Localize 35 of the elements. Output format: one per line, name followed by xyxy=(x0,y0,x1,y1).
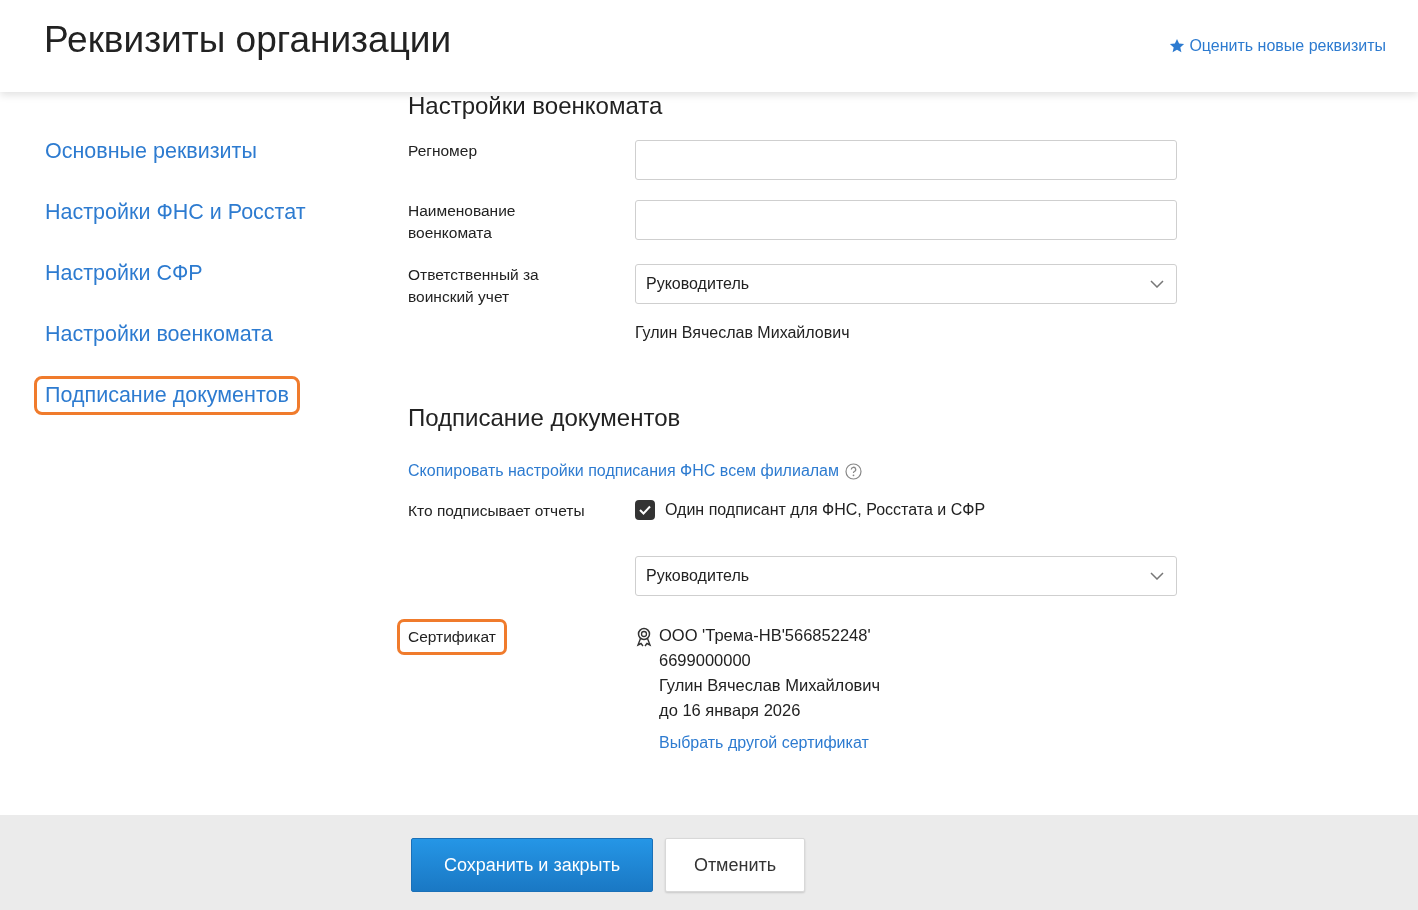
sidebar-link[interactable]: Настройки военкомата xyxy=(34,315,284,354)
sidebar-link[interactable]: Настройки ФНС и Росстат xyxy=(34,193,317,232)
star-icon xyxy=(1169,38,1186,54)
help-icon[interactable] xyxy=(845,462,862,480)
field-label: Сертификат xyxy=(397,619,507,655)
sidebar-link[interactable]: Настройки СФР xyxy=(34,254,214,293)
save-button[interactable]: Сохранить и закрыть xyxy=(411,838,653,892)
check-icon xyxy=(639,505,651,515)
text-input[interactable] xyxy=(635,140,1177,180)
sidebar-link[interactable]: Подписание документов xyxy=(34,376,300,415)
field-label: Кто подписывает отчеты xyxy=(408,501,585,521)
field-label: Ответственный за воинский учет xyxy=(408,265,539,307)
award-icon xyxy=(635,627,653,647)
dropdown[interactable]: Руководитель xyxy=(635,264,1177,304)
copy-settings-link[interactable]: Скопировать настройки подписания ФНС всем филиалам xyxy=(408,462,839,480)
field-label: Наименование военкомата xyxy=(408,201,516,243)
field-label: Регномер xyxy=(408,141,477,161)
sidebar-link[interactable]: Основные реквизиты xyxy=(34,132,268,171)
certificate-info: Гулин Вячеслав Михайлович xyxy=(659,676,881,695)
responsible-name: Гулин Вячеслав Михайлович xyxy=(635,324,851,342)
certificate-info: до 16 января 2026 xyxy=(659,701,802,720)
checkbox-label: Один подписант для ФНС, Росстата и СФР xyxy=(665,501,986,519)
text-input[interactable] xyxy=(635,200,1177,240)
chevron-down-icon xyxy=(1150,280,1164,288)
cancel-button[interactable]: Отменить xyxy=(665,838,805,892)
chevron-down-icon xyxy=(1150,572,1164,580)
rate-link[interactable]: Оценить новые реквизиты xyxy=(1169,37,1386,55)
checkbox[interactable] xyxy=(635,500,655,520)
certificate-info: 6699000000 xyxy=(659,651,752,670)
section-title: Подписание документов xyxy=(408,404,682,432)
certificate-info: ООО 'Трема-НВ'566852248' xyxy=(659,626,872,645)
choose-certificate-link[interactable]: Выбрать другой сертификат xyxy=(659,734,881,752)
dropdown[interactable]: Руководитель xyxy=(635,556,1177,596)
section-title: Настройки военкомата xyxy=(408,92,664,120)
page-title: Реквизиты организации xyxy=(44,19,452,61)
